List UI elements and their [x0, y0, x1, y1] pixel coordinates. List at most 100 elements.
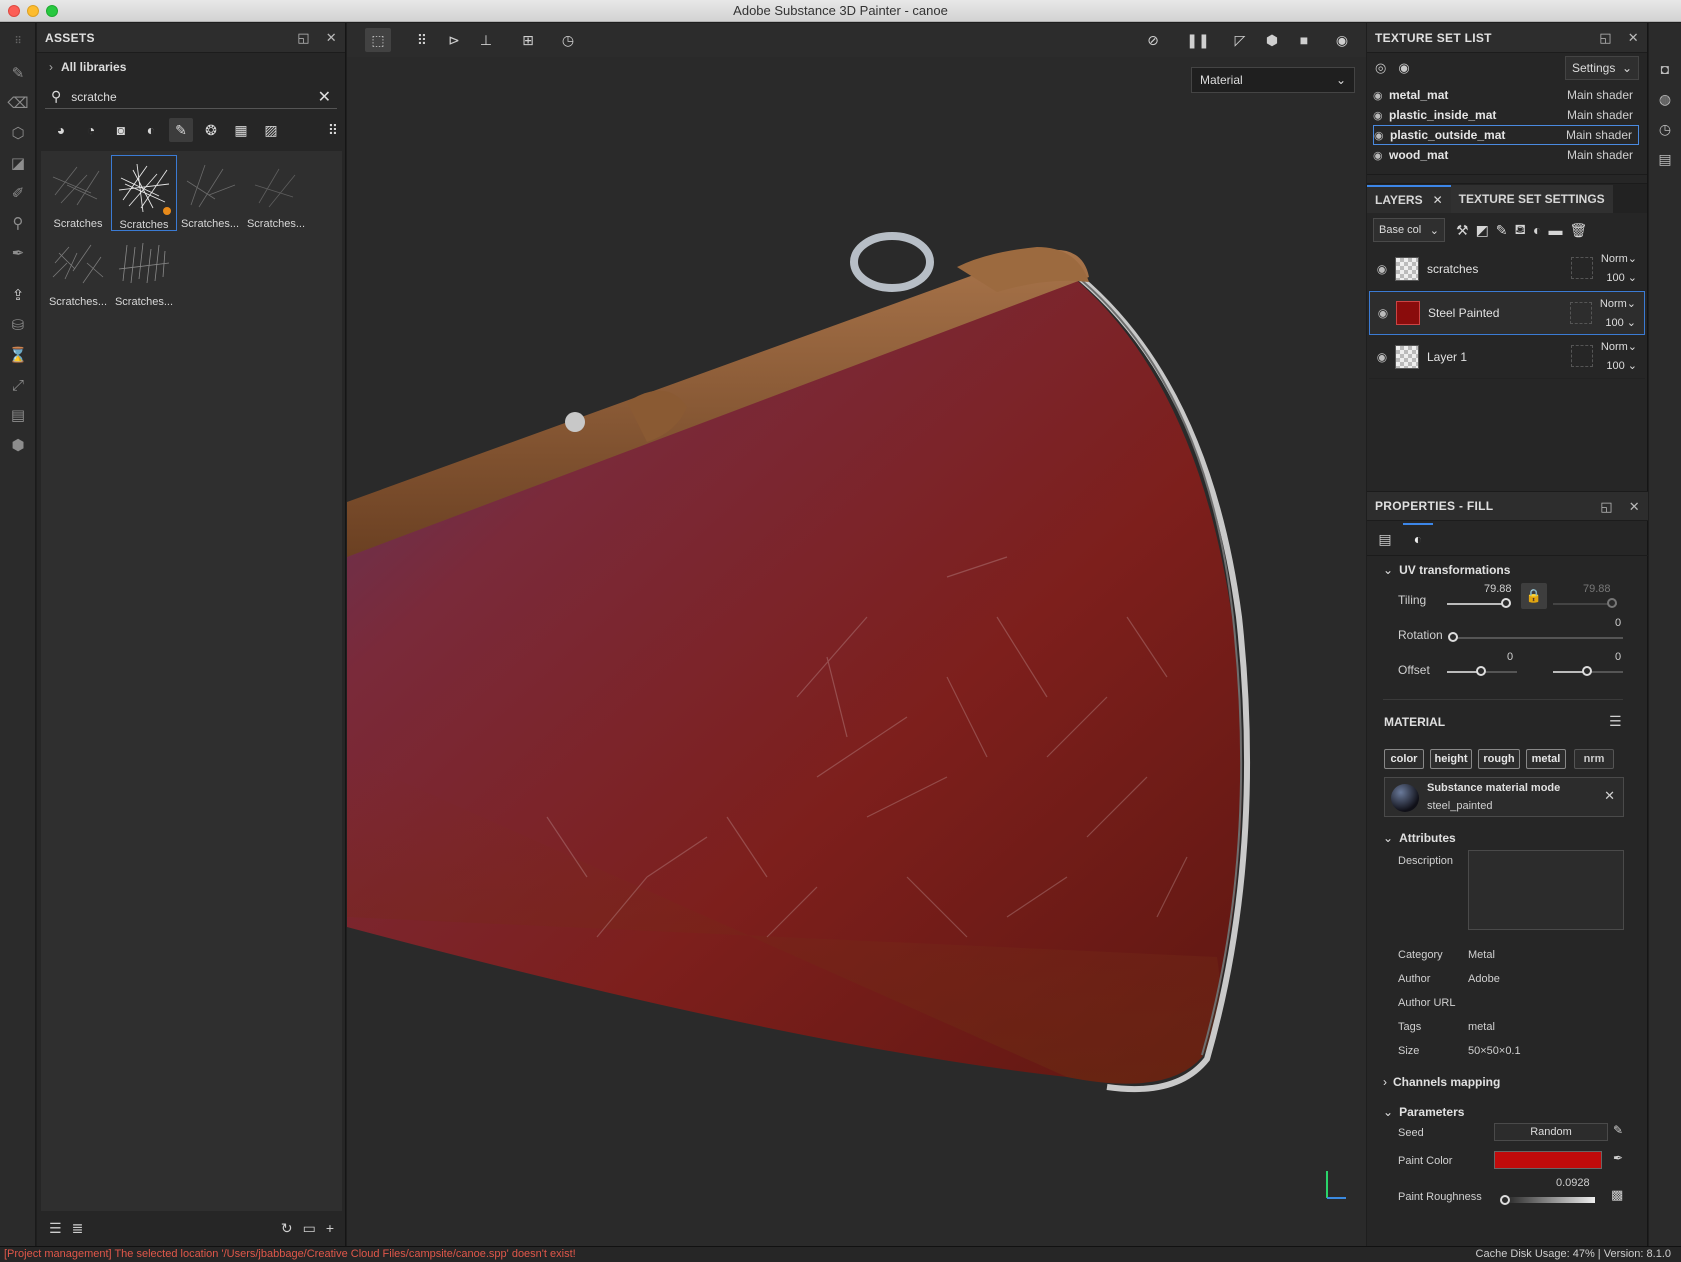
material-menu-icon[interactable]: ☰: [1609, 713, 1622, 730]
blend-mode-dropdown[interactable]: Norm⌄: [1600, 297, 1636, 310]
chip-nrm[interactable]: nrm: [1574, 749, 1614, 769]
eye-icon[interactable]: ◉: [1373, 149, 1389, 162]
layer-row-selected[interactable]: ◉ Steel Painted Norm⌄ 100 ⌄: [1369, 291, 1645, 335]
asset-item[interactable]: Scratches...: [45, 233, 111, 309]
layer-row[interactable]: ◉ scratches Norm⌄ 100 ⌄: [1369, 247, 1645, 291]
view-3d-icon[interactable]: ⬢: [1259, 28, 1285, 52]
paint-roughness-slider-handle[interactable]: [1500, 1195, 1510, 1205]
grid-view-icon[interactable]: ⠿: [321, 118, 345, 142]
offset-value-u[interactable]: 0: [1507, 651, 1513, 663]
frame-icon[interactable]: ⊞: [515, 28, 541, 52]
viewport[interactable]: ⬚ ⠿ ⊳ ⊥ ⊞ ◷ ⊘ ❚❚ ◸ ⬢ ■ ◉ Material ⌄: [347, 23, 1366, 1246]
symmetry-y-icon[interactable]: ⊥: [473, 28, 499, 52]
export-icon[interactable]: ⇪: [8, 285, 28, 305]
delete-icon[interactable]: 🗑: [1569, 222, 1587, 239]
maximize-window-button[interactable]: [46, 5, 58, 17]
offset-value-v[interactable]: 0: [1615, 651, 1621, 663]
view-mode-dropdown[interactable]: Material ⌄: [1191, 67, 1355, 93]
rotation-slider-handle[interactable]: [1448, 632, 1458, 642]
layer-mask-slot[interactable]: [1571, 345, 1593, 367]
edit-icon[interactable]: ✎: [1613, 1123, 1623, 1137]
offset-v-slider-handle[interactable]: [1582, 666, 1592, 676]
rotation-slider[interactable]: [1453, 637, 1623, 639]
selection-tool-icon[interactable]: ⬚: [365, 28, 391, 52]
eye-icon[interactable]: ◉: [1373, 109, 1389, 122]
texture-set-row[interactable]: ◉ plastic_inside_mat Main shader: [1373, 105, 1639, 125]
projection-tool-icon[interactable]: ⬡: [8, 123, 28, 143]
uv-transformations-section[interactable]: ⌄ UV transformations: [1383, 563, 1510, 577]
chip-rough[interactable]: rough: [1478, 749, 1520, 769]
viewer-settings-icon[interactable]: ◘: [1655, 59, 1675, 79]
opacity-dropdown[interactable]: 100 ⌄: [1606, 359, 1637, 372]
seed-random-button[interactable]: Random: [1494, 1123, 1608, 1141]
package-icon[interactable]: ⬢: [8, 435, 28, 455]
textures-filter-icon[interactable]: ▨: [259, 118, 283, 142]
shader-label[interactable]: Main shader: [1567, 148, 1633, 162]
texture-link-icon[interactable]: ▩: [1611, 1187, 1623, 1203]
add-icon[interactable]: +: [326, 1220, 334, 1236]
eye-icon[interactable]: ◉: [1369, 262, 1395, 276]
grunges-filter-icon[interactable]: ▦: [229, 118, 253, 142]
offset-u-slider-handle[interactable]: [1476, 666, 1486, 676]
eye-icon[interactable]: ◉: [1373, 89, 1389, 102]
tile-grid-icon[interactable]: ⠿: [409, 28, 435, 52]
rotation-value[interactable]: 0: [1615, 617, 1621, 629]
symmetry-x-icon[interactable]: ⊳: [441, 28, 467, 52]
eyedropper-icon[interactable]: ✒: [1613, 1151, 1623, 1165]
filters-filter-icon[interactable]: ◐: [139, 118, 163, 142]
close-icon[interactable]: ✕: [1628, 30, 1639, 46]
close-icon[interactable]: ✕: [326, 30, 337, 46]
parameters-section[interactable]: ⌄ Parameters: [1383, 1105, 1464, 1119]
history-icon[interactable]: ◷: [1655, 119, 1675, 139]
opacity-dropdown[interactable]: 100 ⌄: [1606, 271, 1637, 284]
asset-item[interactable]: Scratches...: [177, 155, 243, 231]
smudge-tool-icon[interactable]: ✐: [8, 183, 28, 203]
tiling-value[interactable]: 79.88: [1484, 583, 1512, 595]
close-icon[interactable]: ✕: [1604, 788, 1615, 804]
add-folder-icon[interactable]: ▬: [1548, 222, 1562, 238]
texture-set-row-selected[interactable]: ◉ plastic_outside_mat Main shader: [1373, 125, 1639, 145]
layer-mask-slot[interactable]: [1570, 302, 1592, 324]
tab-layers[interactable]: LAYERS ✕: [1367, 185, 1451, 213]
channels-mapping-section[interactable]: › Channels mapping: [1383, 1075, 1500, 1089]
shader-label[interactable]: Main shader: [1566, 128, 1632, 142]
screenshot-icon[interactable]: ◉: [1329, 28, 1355, 52]
add-effect-icon[interactable]: ⚒: [1456, 222, 1469, 239]
blend-mode-dropdown[interactable]: Norm⌄: [1601, 252, 1637, 265]
float-panel-icon[interactable]: ◱: [1600, 499, 1613, 515]
shader-label[interactable]: Main shader: [1567, 88, 1633, 102]
camera-icon[interactable]: ■: [1291, 28, 1317, 52]
history-icon[interactable]: ◷: [555, 28, 581, 52]
texture-set-row[interactable]: ◉ wood_mat Main shader: [1373, 145, 1639, 165]
texture-set-row[interactable]: ◉ metal_mat Main shader: [1373, 85, 1639, 105]
float-panel-icon[interactable]: ◱: [297, 30, 310, 46]
close-icon[interactable]: ✕: [1433, 193, 1443, 207]
float-panel-icon[interactable]: ◱: [1599, 30, 1612, 46]
description-field[interactable]: [1468, 850, 1624, 930]
eye-icon[interactable]: ◉: [1374, 129, 1390, 142]
clear-search-icon[interactable]: ✕: [318, 87, 331, 107]
chip-height[interactable]: height: [1430, 749, 1472, 769]
paint-roughness-value[interactable]: 0.0928: [1556, 1177, 1590, 1189]
blend-mode-dropdown[interactable]: Norm⌄: [1601, 340, 1637, 353]
layer-mask-slot[interactable]: [1571, 257, 1593, 279]
hide-icon[interactable]: ⊘: [1140, 28, 1166, 52]
libraries-breadcrumb[interactable]: › All libraries: [37, 53, 345, 81]
opacity-dropdown[interactable]: 100 ⌄: [1605, 316, 1636, 329]
hide-all-icon[interactable]: ◎: [1375, 60, 1386, 76]
paint-color-swatch[interactable]: [1494, 1151, 1602, 1169]
texture-set-settings-dropdown[interactable]: Settings ⌄: [1565, 56, 1639, 80]
pause-icon[interactable]: ❚❚: [1185, 28, 1211, 52]
tab-texture-set-settings[interactable]: TEXTURE SET SETTINGS: [1450, 185, 1613, 213]
attributes-section[interactable]: ⌄ Attributes: [1383, 831, 1456, 845]
minimize-window-button[interactable]: [27, 5, 39, 17]
asset-item[interactable]: Scratches...: [111, 233, 177, 309]
timer-icon[interactable]: ⌛: [8, 345, 28, 365]
color-picker-tool-icon[interactable]: ✒: [8, 243, 28, 263]
eye-icon[interactable]: ◉: [1369, 350, 1395, 364]
layer-row[interactable]: ◉ Layer 1 Norm⌄ 100 ⌄: [1369, 335, 1645, 379]
asset-item-selected[interactable]: Scratches: [111, 155, 177, 231]
canoe-3d-model[interactable]: [347, 57, 1366, 1246]
paint-roughness-slider[interactable]: [1503, 1197, 1595, 1203]
polygon-fill-tool-icon[interactable]: ◪: [8, 153, 28, 173]
